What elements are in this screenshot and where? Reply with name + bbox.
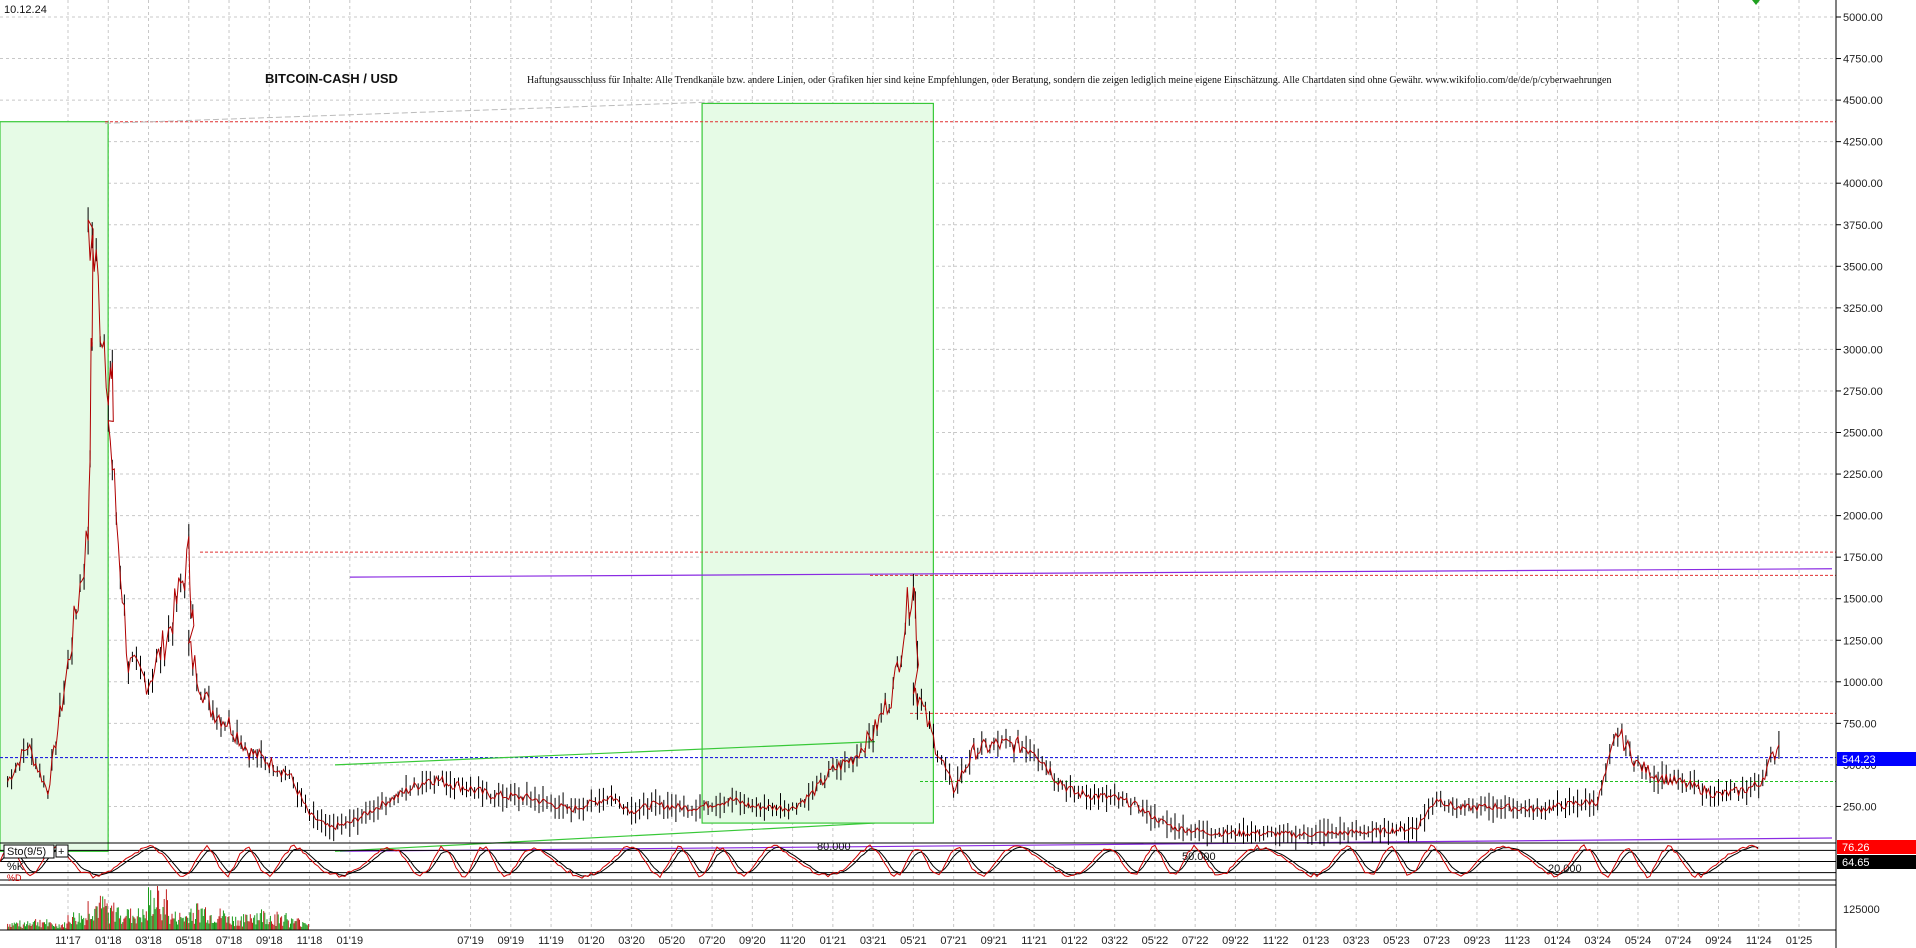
price-tick-label: 3750.00 — [1843, 220, 1883, 232]
price-tick-label: 2000.00 — [1843, 511, 1883, 523]
last-price-marker: 544.23 — [1837, 752, 1916, 766]
time-tick-label: 07'24 — [1665, 935, 1692, 947]
time-tick-label: 07'18 — [216, 935, 243, 947]
price-tick-label: 1750.00 — [1843, 552, 1883, 564]
time-tick-label: 11'20 — [780, 935, 806, 947]
volume-tick-label: 125000 — [1843, 904, 1880, 916]
time-tick-label: 09'23 — [1464, 935, 1491, 947]
price-axis: 5000.00 4750.00 4500.00 4250.00 4000.00 3750.… — [1836, 12, 1883, 813]
price-tick-label: 1500.00 — [1843, 594, 1883, 606]
time-tick-label: 07'19 — [457, 935, 484, 947]
time-tick-label: 05'24 — [1625, 935, 1652, 947]
time-tick-label: 05'23 — [1383, 935, 1410, 947]
time-tick-label: 01'24 — [1544, 935, 1571, 947]
stoch-d-value: 64.65 — [1842, 857, 1870, 869]
stock-chart[interactable]: 10.12.24 BITCOIN-CASH / USD Haftungsauss… — [0, 0, 1916, 948]
time-tick-label: 03'21 — [860, 935, 887, 947]
chart-title: BITCOIN-CASH / USD — [265, 71, 398, 86]
time-tick-label: 11'23 — [1504, 935, 1530, 947]
time-tick-label: 09'22 — [1222, 935, 1249, 947]
stoch-title: Sto(9/5) — [7, 846, 46, 858]
price-tick-label: 5000.00 — [1843, 12, 1883, 24]
time-tick-label: 09'20 — [739, 935, 766, 947]
price-tick-label: 1000.00 — [1843, 677, 1883, 689]
time-tick-label: 01'22 — [1061, 935, 1088, 947]
price-tick-label: 4000.00 — [1843, 178, 1883, 190]
time-tick-label: 03'18 — [135, 935, 162, 947]
time-tick-label: 01'25 — [1786, 935, 1813, 947]
time-tick-label: 11'17 — [55, 935, 81, 947]
price-tick-label: 3250.00 — [1843, 303, 1883, 315]
green-zone — [701, 102, 934, 824]
time-tick-label: 01'20 — [578, 935, 605, 947]
time-tick-label: 01'23 — [1303, 935, 1330, 947]
price-tick-label: 250.00 — [1843, 801, 1877, 813]
price-tick-label: 4500.00 — [1843, 95, 1883, 107]
disclaimer-text: Haftungsausschluss für Inhalte: Alle Tre… — [527, 75, 1612, 86]
price-tick-label: 2750.00 — [1843, 386, 1883, 398]
stoch-k-value: 76.26 — [1842, 842, 1870, 854]
price-tick-label: 1250.00 — [1843, 635, 1883, 647]
time-tick-label: 11'19 — [538, 935, 564, 947]
time-tick-label: 09'18 — [256, 935, 283, 947]
price-tick-label: 3000.00 — [1843, 344, 1883, 356]
date-stamp: 10.12.24 — [4, 4, 47, 16]
time-tick-label: 11'24 — [1746, 935, 1772, 947]
time-tick-label: 05'18 — [175, 935, 202, 947]
time-tick-label: 07'23 — [1423, 935, 1450, 947]
price-tick-label: 3500.00 — [1843, 261, 1883, 273]
time-tick-label: 11'22 — [1263, 935, 1289, 947]
time-tick-label: 07'22 — [1182, 935, 1209, 947]
time-tick-label: 05'22 — [1142, 935, 1169, 947]
time-tick-label: 07'20 — [699, 935, 726, 947]
time-tick-label: 01'18 — [95, 935, 122, 947]
stoch-legend-d: %D — [7, 873, 22, 883]
time-tick-label: 03'23 — [1343, 935, 1370, 947]
time-tick-label: 09'24 — [1705, 935, 1732, 947]
last-price-value: 544.23 — [1842, 754, 1876, 766]
price-tick-label: 2500.00 — [1843, 428, 1883, 440]
time-tick-label: 07'21 — [940, 935, 967, 947]
time-tick-label: 01'19 — [337, 935, 364, 947]
time-tick-label: 03'20 — [618, 935, 645, 947]
time-tick-label: 11'18 — [297, 935, 323, 947]
plus-icon: + — [58, 846, 64, 858]
price-tick-label: 4250.00 — [1843, 137, 1883, 149]
stoch-last-values: 76.26 64.65 — [1837, 840, 1916, 869]
time-tick-label: 03'22 — [1101, 935, 1128, 947]
time-tick-label: 05'20 — [659, 935, 686, 947]
stoch-legend-k: %K — [7, 861, 25, 873]
stoch-level-50: 50.000 — [1182, 851, 1216, 863]
stoch-level-20: 20.000 — [1548, 863, 1582, 875]
time-tick-label: 01'21 — [820, 935, 847, 947]
price-tick-label: 4750.00 — [1843, 54, 1883, 66]
time-tick-label: 03'24 — [1584, 935, 1611, 947]
stoch-level-80: 80.000 — [817, 841, 851, 853]
time-tick-label: 05'21 — [900, 935, 927, 947]
price-tick-label: 750.00 — [1843, 718, 1877, 730]
price-tick-label: 2250.00 — [1843, 469, 1883, 481]
time-tick-label: 09'19 — [498, 935, 525, 947]
time-tick-label: 09'21 — [981, 935, 1008, 947]
time-tick-label: 11'21 — [1021, 935, 1047, 947]
